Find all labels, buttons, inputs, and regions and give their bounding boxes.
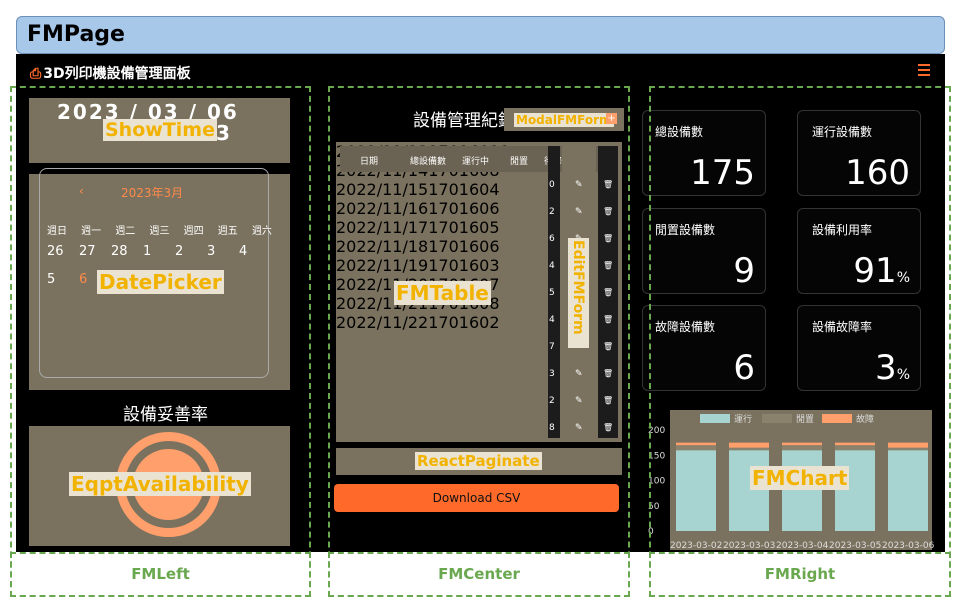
frame-center (328, 86, 630, 597)
frame-left (10, 86, 311, 597)
label-fm-right: FMRight (764, 565, 836, 583)
frame-right (649, 86, 951, 597)
label-fm-center: FMCenter (438, 565, 520, 583)
fm-page: FMPage ⎙ 3D列印機設備管理面板 2023 / 03 / 06 ShowT… (0, 0, 960, 600)
label-fm-left: FMLeft (131, 565, 190, 583)
